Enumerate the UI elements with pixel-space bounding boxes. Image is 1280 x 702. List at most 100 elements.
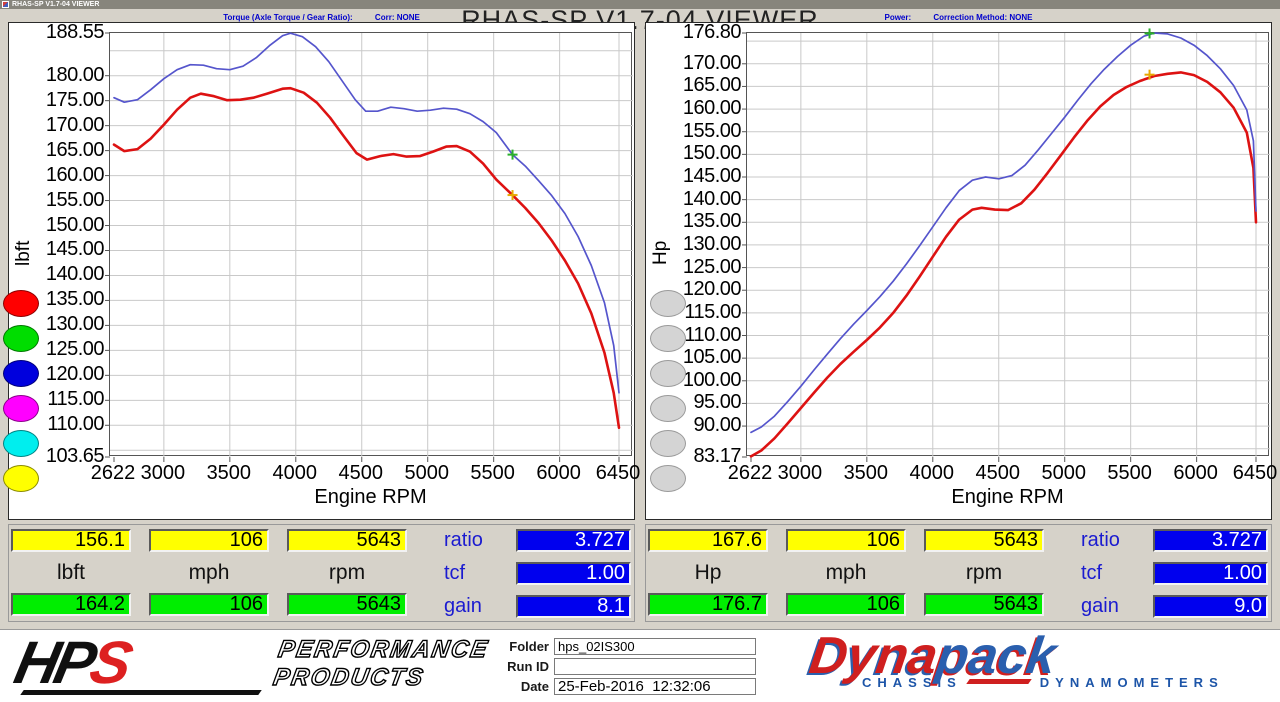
x-tick-label: 2622 xyxy=(727,462,773,484)
torque-y-axis-title: lbft xyxy=(13,240,34,266)
y-tick-label: 155.00 xyxy=(682,119,742,142)
ratio-label: ratio xyxy=(1081,529,1120,551)
x-tick-label: 5500 xyxy=(1107,462,1152,484)
torque-chart-panel: 188.55 180.00 175.00 170.00 165.00 160.00 155.… xyxy=(3,21,640,520)
gain-label: gain xyxy=(1081,595,1119,617)
y-tick-label: 160.00 xyxy=(682,97,742,120)
dynapack-logo: Dynapack CHASSIS DYNAMOMETERS xyxy=(806,627,1272,690)
torque-correction-label: Corr: NONE xyxy=(374,13,420,22)
x-tick-label: 4500 xyxy=(338,462,384,484)
dynapack-logo-dyna: Dyna xyxy=(805,627,942,685)
x-tick-label: 6450 xyxy=(595,462,641,484)
legend-dot-4[interactable] xyxy=(650,395,686,422)
x-tick-label: 2622 xyxy=(90,462,136,484)
speed-run2-value-box[interactable]: 106 xyxy=(786,593,906,616)
rpm-run1-value-box[interactable]: 5643 xyxy=(287,529,407,552)
legend-dot-5[interactable] xyxy=(650,430,686,457)
folder-label: Folder xyxy=(509,639,549,654)
run-id-label: Run ID xyxy=(507,659,549,674)
torque-chart-svg xyxy=(105,32,633,462)
hps-logo: HPS xyxy=(9,629,262,696)
date-label: Date xyxy=(520,679,549,694)
rpm-run2-value-box[interactable]: 5643 xyxy=(924,593,1044,616)
run-info-form: Folder hps_02IS300 Run ID Date 25-Feb-20… xyxy=(487,638,756,698)
run2-power-curve xyxy=(750,32,1257,434)
x-tick-label: 4000 xyxy=(909,462,955,484)
x-tick-label: 5000 xyxy=(404,462,449,484)
power-unit-label: Hp xyxy=(694,561,722,584)
power-chart-svg xyxy=(742,28,1270,462)
y-tick-label: 188.55 xyxy=(45,21,105,43)
x-tick-label: 3000 xyxy=(140,462,186,484)
y-tick-label: 165.00 xyxy=(45,138,105,161)
x-tick-label: 3500 xyxy=(843,462,889,484)
hps-tagline-line2: PRODUCTS xyxy=(271,663,428,691)
torque-chart-title: Torque (Axle Torque / Gear Ratio): xyxy=(223,13,353,22)
legend-dot-3[interactable] xyxy=(650,360,686,387)
run1-torque-curve xyxy=(112,86,621,430)
power-chart-panel: 176.80 170.00 165.00 160.00 155.00 150.00 145.… xyxy=(645,21,1277,520)
dynapack-red-swoosh xyxy=(966,678,1032,684)
speed-run1-value-box[interactable]: 106 xyxy=(786,529,906,552)
rpm-run1-value-box[interactable]: 5643 xyxy=(924,529,1044,552)
power-correction-label: Correction Method: NONE xyxy=(933,13,1033,22)
x-tick-label: 3500 xyxy=(206,462,252,484)
speed-unit-label: mph xyxy=(188,561,230,584)
torque-unit-label: lbft xyxy=(56,561,85,584)
legend-dot-5[interactable] xyxy=(3,430,39,457)
torque-run1-value-box[interactable]: 156.1 xyxy=(11,529,131,552)
x-tick-label: 4500 xyxy=(975,462,1021,484)
tcf-label: tcf xyxy=(444,562,466,584)
y-tick-label: 176.80 xyxy=(682,21,742,43)
torque-x-axis-title: Engine RPM xyxy=(314,486,427,508)
tcf-label: tcf xyxy=(1081,562,1103,584)
run1-power-curve xyxy=(749,71,1258,458)
power-chart-title: Power: xyxy=(884,13,912,22)
ratio-label: ratio xyxy=(444,529,483,551)
viewer-window: RHAS-SP V1.7-04 VIEWER RHAS-SP V1.7-04 V… xyxy=(0,0,1280,702)
legend-dot-3[interactable] xyxy=(3,360,39,387)
torque-plot-area[interactable] xyxy=(105,32,633,462)
gain-value-box[interactable]: 8.1 xyxy=(516,595,631,618)
power-readout-panel: 167.6 Hp 176.7 106 mph 106 5643 rpm 5643… xyxy=(645,524,1272,622)
folder-field[interactable]: hps_02IS300 xyxy=(554,638,756,655)
footer-bar: HPS PERFORMANCE PRODUCTS Folder hps_02IS… xyxy=(0,627,1280,702)
rpm-run2-value-box[interactable]: 5643 xyxy=(287,593,407,616)
speed-unit-label: mph xyxy=(825,561,867,584)
legend-dot-6[interactable] xyxy=(650,465,686,492)
torque-run2-value-box[interactable]: 164.2 xyxy=(11,593,131,616)
gain-value-box[interactable]: 9.0 xyxy=(1153,595,1268,618)
rpm-unit-label: rpm xyxy=(328,561,366,584)
ratio-value-box[interactable]: 3.727 xyxy=(516,529,631,552)
x-tick-label: 6450 xyxy=(1232,462,1278,484)
power-run1-value-box[interactable]: 167.6 xyxy=(648,529,768,552)
y-tick-label: 165.00 xyxy=(682,74,742,97)
power-y-axis-title: Hp xyxy=(650,240,671,266)
y-tick-label: 175.00 xyxy=(45,88,105,111)
power-plot-area[interactable] xyxy=(742,28,1270,462)
date-field[interactable]: 25-Feb-2016 12:32:06 xyxy=(554,678,756,695)
run-id-field[interactable] xyxy=(554,658,756,675)
x-tick-label: 6000 xyxy=(536,462,581,484)
gain-label: gain xyxy=(444,595,482,617)
run2-torque-curve xyxy=(113,32,620,394)
speed-run1-value-box[interactable]: 106 xyxy=(149,529,269,552)
torque-readout-panel: 156.1 lbft 164.2 106 mph 106 5643 rpm 56… xyxy=(8,524,635,622)
ratio-value-box[interactable]: 3.727 xyxy=(1153,529,1268,552)
power-run2-value-box[interactable]: 176.7 xyxy=(648,593,768,616)
tcf-value-box[interactable]: 1.00 xyxy=(516,562,631,585)
tcf-value-box[interactable]: 1.00 xyxy=(1153,562,1268,585)
y-tick-label: 180.00 xyxy=(45,63,105,86)
x-tick-label: 4000 xyxy=(272,462,318,484)
torque-chart-header: Torque (Axle Torque / Gear Ratio): Corr:… xyxy=(8,13,635,22)
legend-dot-4[interactable] xyxy=(3,395,39,422)
rpm-unit-label: rpm xyxy=(965,561,1003,584)
hps-logo-underline xyxy=(20,690,262,695)
power-x-axis-title: Engine RPM xyxy=(951,486,1064,508)
legend-dot-6[interactable] xyxy=(3,465,39,492)
speed-run2-value-box[interactable]: 106 xyxy=(149,593,269,616)
hps-logo-tagline: PERFORMANCE PRODUCTS xyxy=(271,635,492,692)
y-tick-label: 170.00 xyxy=(682,51,742,74)
power-chart-header: Power: Correction Method: NONE xyxy=(645,13,1272,22)
x-tick-label: 6000 xyxy=(1173,462,1218,484)
